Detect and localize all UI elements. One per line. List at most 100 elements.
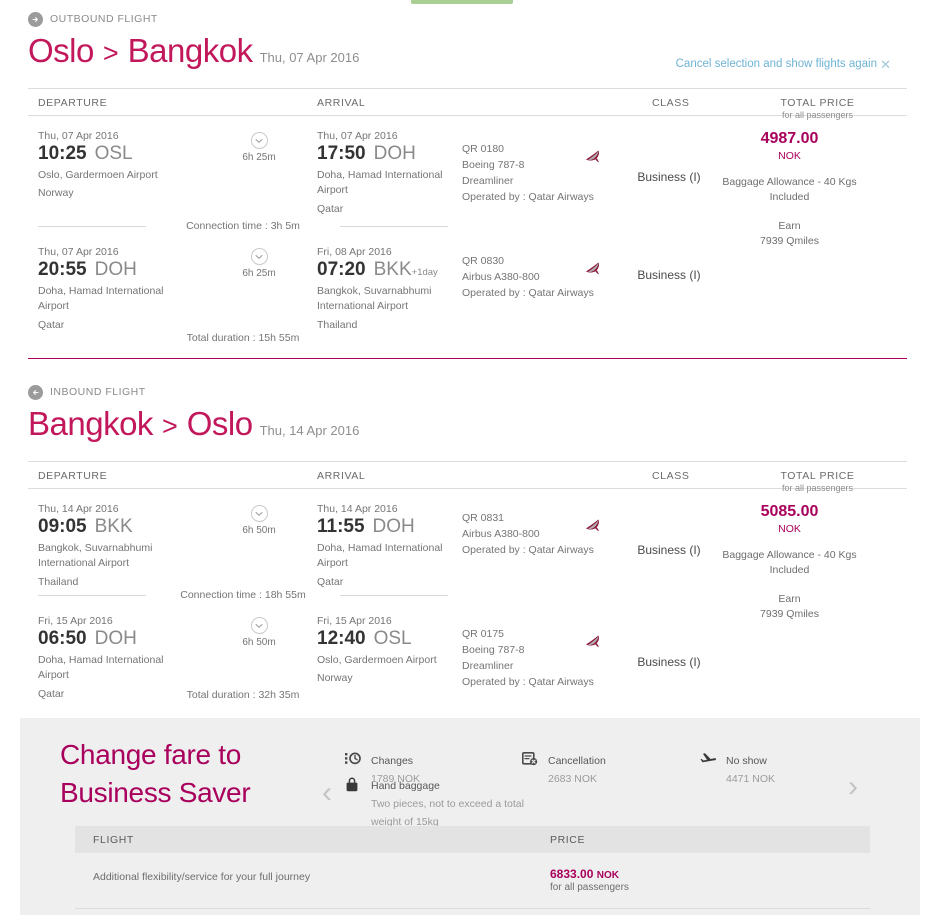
segment-duration: 6h 25m [224, 248, 294, 279]
benefit-title: Cancellation [548, 755, 606, 767]
arrive-country: Qatar [317, 575, 344, 588]
flight-number: QR 0180 [462, 143, 505, 156]
col-header-departure: DEPARTURE [38, 470, 108, 483]
inbound-flight-badge: INBOUND FLIGHT [0, 383, 935, 401]
top-progress-bar [411, 0, 513, 4]
inbound-destination: Oslo [186, 405, 253, 442]
depart-airport: Bangkok, Suvarnabhumi International Airp… [38, 542, 153, 570]
segment-cabin-class: Business (I) [637, 655, 701, 670]
arrow-left-circle-icon [28, 384, 43, 400]
segment-flight-info: QR 0175 Boeing 787-8 Dreamliner Operated… [462, 627, 597, 690]
arrive-code: DOH [372, 516, 415, 538]
outbound-bottom-rule [28, 358, 907, 360]
inbound-connection-time: Connection time : 18h 55m [38, 589, 448, 601]
col-header-arrival: ARRIVAL [317, 97, 366, 110]
aircraft-type: Airbus A380-800 [462, 271, 540, 283]
close-icon[interactable]: ✕ [880, 57, 891, 73]
segment-flight-info: QR 0830 Airbus A380-800 Operated by : Qa… [462, 254, 597, 301]
segment-flight-info: QR 0831 Airbus A380-800 Operated by : Qa… [462, 511, 597, 558]
outbound-connection-time: Connection time : 3h 5m [38, 220, 448, 232]
segment-duration: 6h 50m [224, 617, 294, 648]
depart-time: 09:05 [38, 516, 87, 538]
col-header-price-main: TOTAL PRICE [780, 470, 855, 483]
route-separator: > [161, 411, 178, 441]
arrive-plus-day: +1day [411, 267, 438, 279]
chevron-down-icon [250, 505, 268, 523]
benefit-sub: 2683 NOK [548, 773, 598, 786]
arrive-time: 07:20 [317, 259, 366, 281]
baggage-line-1: Baggage Allowance - 40 Kgs [722, 176, 857, 189]
outbound-date: Thu, 07 Apr 2016 [259, 50, 360, 65]
benefit-sub: 4471 NOK [726, 773, 776, 786]
arrive-country: Qatar [317, 202, 344, 215]
depart-date: Thu, 07 Apr 2016 [38, 246, 119, 259]
depart-country: Qatar [38, 318, 65, 331]
outbound-table-header: DEPARTURE ARRIVAL CLASS TOTAL PRICE for … [28, 88, 907, 120]
price-amount: 4987.00 [760, 130, 819, 148]
inbound-table-header: DEPARTURE ARRIVAL CLASS TOTAL PRICE for … [28, 461, 907, 493]
baggage-line-1: Baggage Allowance - 40 Kgs [722, 549, 857, 562]
col-header-class: CLASS [652, 470, 690, 483]
depart-airport: Oslo, Gardermoen Airport [38, 169, 158, 182]
fare-row-sub: for all passengers [550, 882, 629, 893]
price-currency: NOK [778, 523, 801, 536]
aircraft-type: Airbus A380-800 [462, 528, 540, 540]
duration-text: 6h 50m [242, 525, 276, 537]
col-header-price-main: TOTAL PRICE [780, 97, 855, 110]
operated-by: Operated by : Qatar Airways [462, 286, 594, 299]
cancel-selection-link[interactable]: Cancel selection and show flights again [676, 58, 877, 70]
fare-col-flight: FLIGHT [93, 834, 134, 846]
fare-row-amount-value: 6833.00 [550, 867, 594, 881]
benefit-text: Hand baggage Two pieces, not to exceed a… [371, 776, 545, 828]
baggage-line-2: Included [769, 191, 810, 204]
inbound-origin: Bangkok [28, 405, 153, 442]
duration-text: 6h 25m [242, 152, 276, 164]
depart-airport: Doha, Hamad International Airport [38, 654, 164, 682]
depart-country: Qatar [38, 687, 65, 700]
benefit-sub: Two pieces, not to exceed a total weight… [371, 798, 524, 828]
segment-cabin-class: Business (I) [637, 268, 701, 283]
benefit-hand-baggage-clip: Hand baggage Two pieces, not to exceed a… [345, 776, 545, 828]
inbound-segment-2: Fri, 15 Apr 2016 06:50 DOH Doha, Hamad In… [0, 601, 935, 699]
aircraft-name: Dreamliner [462, 659, 514, 672]
arrive-airport: Bangkok, Suvarnabhumi International Airp… [317, 285, 432, 313]
arrive-time: 11:55 [317, 516, 365, 538]
benefit-text: Cancellation 2683 NOK [548, 751, 606, 787]
chevron-down-icon [250, 617, 268, 635]
outbound-segment-1: Thu, 07 Apr 2016 10:25 OSL Oslo, Gardermo… [0, 116, 935, 247]
baggage-allowance: Baggage Allowance - 40 Kgs Included [700, 548, 879, 578]
duration-text: 6h 50m [242, 637, 276, 649]
outbound-origin: Oslo [28, 32, 94, 69]
operated-by: Operated by : Qatar Airways [462, 190, 594, 203]
depart-code: BKK [94, 516, 133, 538]
segment-departure: Fri, 15 Apr 2016 06:50 DOH Doha, Hamad In… [38, 615, 218, 702]
outbound-badge-label: OUTBOUND FLIGHT [50, 13, 158, 25]
inbound-badge-label: INBOUND FLIGHT [50, 386, 146, 398]
segment-departure: Thu, 07 Apr 2016 20:55 DOH Doha, Hamad In… [38, 246, 218, 333]
price-amount: 5085.00 [760, 503, 819, 521]
arrive-date: Fri, 15 Apr 2016 [317, 615, 392, 628]
benefit-title: No show [726, 755, 767, 767]
baggage-line-2: Included [769, 564, 810, 577]
arrive-airport: Doha, Hamad International Airport [317, 169, 443, 197]
next-fare-arrow-icon[interactable]: › [848, 770, 858, 804]
depart-time: 20:55 [38, 259, 87, 281]
segment-departure: Thu, 14 Apr 2016 09:05 BKK Bangkok, Suvar… [38, 503, 218, 590]
depart-country: Norway [38, 187, 74, 200]
qatar-airways-logo-icon [583, 517, 603, 538]
benefit-no-show: No show 4471 NOK [700, 751, 775, 787]
flight-number: QR 0831 [462, 512, 505, 525]
flight-number: QR 0175 [462, 628, 505, 641]
aircraft-name: Dreamliner [462, 174, 514, 187]
prev-fare-arrow-icon[interactable]: ‹ [322, 776, 332, 810]
arrive-airport: Oslo, Gardermoen Airport [317, 654, 437, 667]
depart-time: 06:50 [38, 628, 87, 650]
depart-date: Thu, 14 Apr 2016 [38, 503, 119, 516]
duration-text: 6h 25m [242, 268, 276, 280]
arrive-code: DOH [373, 143, 416, 165]
benefit-text: No show 4471 NOK [726, 751, 775, 787]
fare-title-line-2: Business Saver [60, 776, 251, 808]
depart-date: Thu, 07 Apr 2016 [38, 130, 119, 143]
price-currency: NOK [778, 150, 801, 163]
col-header-departure: DEPARTURE [38, 97, 108, 110]
